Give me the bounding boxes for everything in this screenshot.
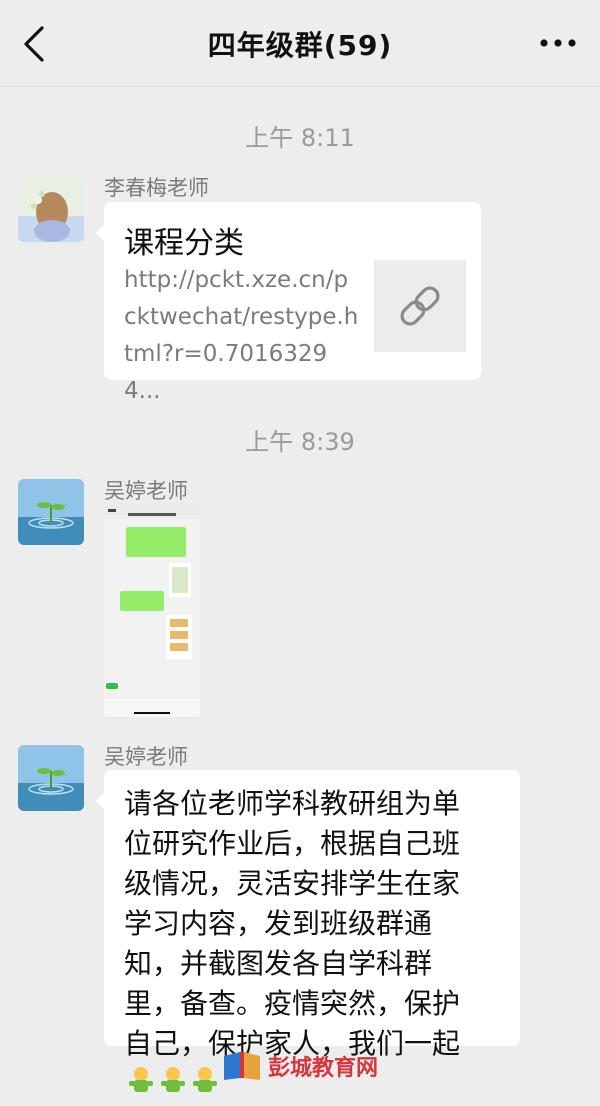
avatar-image xyxy=(18,745,84,811)
avatar[interactable] xyxy=(18,745,84,811)
screenshot-thumbnail xyxy=(104,503,200,717)
more-button[interactable] xyxy=(538,28,578,58)
image-message[interactable] xyxy=(104,503,200,717)
link-card[interactable]: 课程分类 http://pckt.xze.cn/pcktwechat/resty… xyxy=(95,202,481,404)
avatar[interactable] xyxy=(18,176,84,242)
message-body: 请各位老师学科教研组为单位研究作业后，根据自己班级情况，灵活安排学生在家学习内容… xyxy=(124,787,461,1060)
sender-name: 李春梅老师 xyxy=(104,176,209,200)
watermark: 彭城教育网 xyxy=(222,1046,392,1084)
chat-header: 四年级群(59) xyxy=(0,0,600,87)
link-title: 课程分类 xyxy=(124,226,244,261)
link-url: http://pckt.xze.cn/pcktwechat/restype.ht… xyxy=(124,267,359,404)
thumbs-up-emoji xyxy=(158,1065,188,1106)
thumbs-up-emoji xyxy=(190,1065,220,1106)
chat-title: 四年级群(59) xyxy=(207,29,393,62)
timestamp: 上午 8:39 xyxy=(245,428,355,456)
timestamp: 上午 8:11 xyxy=(245,124,355,152)
more-icon xyxy=(540,39,576,47)
text-message[interactable]: 请各位老师学科教研组为单位研究作业后，根据自己班级情况，灵活安排学生在家学习内容… xyxy=(95,770,520,1092)
avatar-image xyxy=(18,479,84,545)
watermark-text: 彭城教育网 xyxy=(268,1056,379,1081)
sender-name: 吴婷老师 xyxy=(104,479,188,503)
book-logo-icon xyxy=(224,1052,260,1080)
thumbs-up-emoji xyxy=(126,1065,156,1106)
avatar[interactable] xyxy=(18,479,84,545)
link-icon xyxy=(400,286,440,326)
sender-name: 吴婷老师 xyxy=(104,745,188,769)
link-thumbnail xyxy=(374,260,466,352)
avatar-image xyxy=(18,176,84,242)
